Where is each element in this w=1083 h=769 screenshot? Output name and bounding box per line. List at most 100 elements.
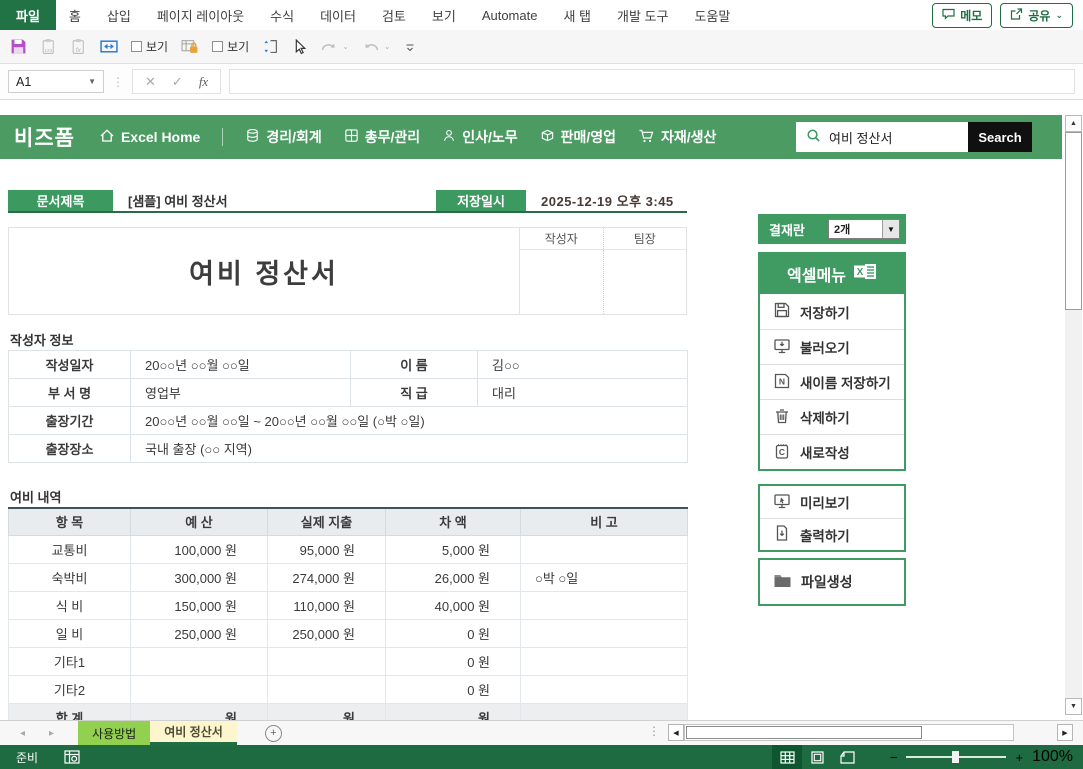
approval-sign-cell[interactable] <box>604 250 687 314</box>
zoom-level[interactable]: 100% <box>1032 748 1073 766</box>
table-cell[interactable]: 100,000 원 <box>131 535 268 563</box>
view-checkbox-2[interactable]: 보기 <box>212 38 249 55</box>
normal-view-button[interactable] <box>772 745 802 769</box>
tab-review[interactable]: 검토 <box>369 0 419 30</box>
vertical-scroll-thumb[interactable] <box>1065 132 1082 310</box>
table-cell[interactable]: 20○○년 ○○월 ○○일 ~ 20○○년 ○○월 ○○일 (○박 ○일) <box>131 407 688 435</box>
row-height-icon[interactable] <box>262 38 279 55</box>
tab-automate[interactable]: Automate <box>469 0 551 30</box>
table-cell[interactable] <box>521 591 688 619</box>
nav-accounting[interactable]: 경리/회계 <box>245 127 321 147</box>
tab-view[interactable]: 보기 <box>419 0 469 30</box>
column-width-icon[interactable] <box>100 38 118 55</box>
tab-home[interactable]: 홈 <box>56 0 94 30</box>
table-cell[interactable] <box>131 675 268 703</box>
bizforms-logo[interactable]: 비즈폼 <box>14 122 75 152</box>
approval-sign-cell[interactable] <box>520 250 604 314</box>
table-cell[interactable]: 95,000 원 <box>268 535 386 563</box>
tab-file[interactable]: 파일 <box>0 0 56 30</box>
tab-developer[interactable]: 개발 도구 <box>604 0 681 30</box>
search-button[interactable]: Search <box>968 122 1032 152</box>
nav-materials[interactable]: 자재/생산 <box>638 127 716 147</box>
zoom-slider-thumb[interactable] <box>952 751 959 763</box>
sheet-tab-expense-report[interactable]: 여비 정산서 <box>150 721 237 745</box>
vertical-scrollbar[interactable]: ▲ ▼ <box>1065 115 1082 715</box>
protect-sheet-icon[interactable] <box>181 38 199 55</box>
sheet-tab-usage[interactable]: 사용방법 <box>78 721 150 745</box>
nav-excel-home[interactable]: Excel Home <box>99 128 200 146</box>
sheet-next-arrow[interactable]: ▸ <box>49 728 54 739</box>
nav-sales[interactable]: 판매/영업 <box>540 127 616 147</box>
table-cell[interactable]: 대리 <box>478 379 688 407</box>
tab-help[interactable]: 도움말 <box>681 0 743 30</box>
cursor-icon[interactable] <box>292 39 307 55</box>
table-cell[interactable] <box>268 675 386 703</box>
cart-icon <box>638 128 655 146</box>
sheet-prev-arrow[interactable]: ◂ <box>20 728 25 739</box>
tab-formulas[interactable]: 수식 <box>257 0 307 30</box>
table-cell[interactable]: 영업부 <box>131 379 351 407</box>
tab-new-tab[interactable]: 새 탭 <box>550 0 604 30</box>
name-box[interactable]: A1 ▼ <box>8 70 104 93</box>
menu-save-as-button[interactable]: N 새이름 저장하기 <box>760 364 904 399</box>
save-icon[interactable] <box>10 38 27 55</box>
tab-page-layout[interactable]: 페이지 레이아웃 <box>144 0 257 30</box>
table-cell[interactable] <box>131 647 268 675</box>
toolbar-overflow-button[interactable] <box>404 41 416 53</box>
horizontal-scrollbar[interactable] <box>684 724 1014 741</box>
zoom-in-button[interactable]: + <box>1015 750 1023 765</box>
table-cell[interactable]: 250,000 원 <box>131 619 268 647</box>
tab-insert[interactable]: 삽입 <box>94 0 144 30</box>
table-cell[interactable]: 250,000 원 <box>268 619 386 647</box>
horizontal-scroll-thumb[interactable] <box>686 726 922 739</box>
table-cell[interactable]: 20○○년 ○○월 ○○일 <box>131 351 351 379</box>
scroll-up-arrow[interactable]: ▲ <box>1065 115 1082 132</box>
menu-new-document-button[interactable]: C 새로작성 <box>760 434 904 469</box>
page-break-view-button[interactable] <box>832 745 862 769</box>
table-cell[interactable] <box>521 535 688 563</box>
table-cell[interactable]: ○박 ○일 <box>521 563 688 591</box>
confirm-entry-icon[interactable]: ✓ <box>172 74 183 90</box>
cancel-entry-icon[interactable]: ✕ <box>145 74 156 90</box>
formula-input[interactable] <box>229 69 1075 94</box>
menu-create-file-button[interactable]: 파일생성 <box>760 560 904 604</box>
menu-delete-button[interactable]: 삭제하기 <box>760 399 904 434</box>
view-checkbox-1[interactable]: 보기 <box>131 38 168 55</box>
search-input[interactable]: 여비 정산서 <box>796 122 968 152</box>
chevron-down-icon[interactable]: ▼ <box>88 77 96 86</box>
scroll-right-arrow[interactable]: ▶ <box>1057 724 1073 741</box>
menu-load-button[interactable]: 불러오기 <box>760 329 904 364</box>
nav-general-affairs[interactable]: 총무/관리 <box>344 127 420 147</box>
macro-record-icon[interactable] <box>64 750 80 764</box>
paste-values-icon[interactable]: 123 <box>40 38 57 55</box>
menu-print-button[interactable]: 출력하기 <box>760 518 904 550</box>
approval-count-dropdown[interactable]: 2개 ▼ <box>828 219 900 239</box>
nav-hr[interactable]: 인사/노무 <box>442 127 517 147</box>
page-layout-view-button[interactable] <box>802 745 832 769</box>
scroll-left-arrow[interactable]: ◀ <box>668 724 684 741</box>
table-cell[interactable]: 국내 출장 (○○ 지역) <box>131 435 688 463</box>
zoom-slider[interactable] <box>906 756 1006 758</box>
menu-save-button[interactable]: 저장하기 <box>760 294 904 329</box>
table-cell[interactable]: 150,000 원 <box>131 591 268 619</box>
add-sheet-button[interactable]: + <box>265 725 282 742</box>
zoom-out-button[interactable]: − <box>890 750 898 765</box>
tab-data[interactable]: 데이터 <box>307 0 369 30</box>
insert-function-icon[interactable]: fx <box>199 74 208 90</box>
comments-button[interactable]: 메모 <box>932 3 992 28</box>
table-cell[interactable] <box>521 675 688 703</box>
menu-preview-button[interactable]: 미리보기 <box>760 486 904 518</box>
table-cell[interactable]: 김○○ <box>478 351 688 379</box>
undo-button[interactable]: ⌄ <box>362 39 391 54</box>
paste-formulas-icon[interactable]: fx <box>70 38 87 55</box>
scroll-down-arrow[interactable]: ▼ <box>1065 698 1082 715</box>
expense-section-heading: 여비 내역 <box>10 487 61 506</box>
table-cell[interactable]: 110,000 원 <box>268 591 386 619</box>
table-cell[interactable] <box>521 647 688 675</box>
table-cell[interactable]: 300,000 원 <box>131 563 268 591</box>
table-cell[interactable]: 274,000 원 <box>268 563 386 591</box>
share-button[interactable]: 공유 ⌄ <box>1000 3 1073 28</box>
table-cell[interactable] <box>268 647 386 675</box>
redo-button[interactable]: ⌄ <box>320 39 349 54</box>
table-cell[interactable] <box>521 619 688 647</box>
